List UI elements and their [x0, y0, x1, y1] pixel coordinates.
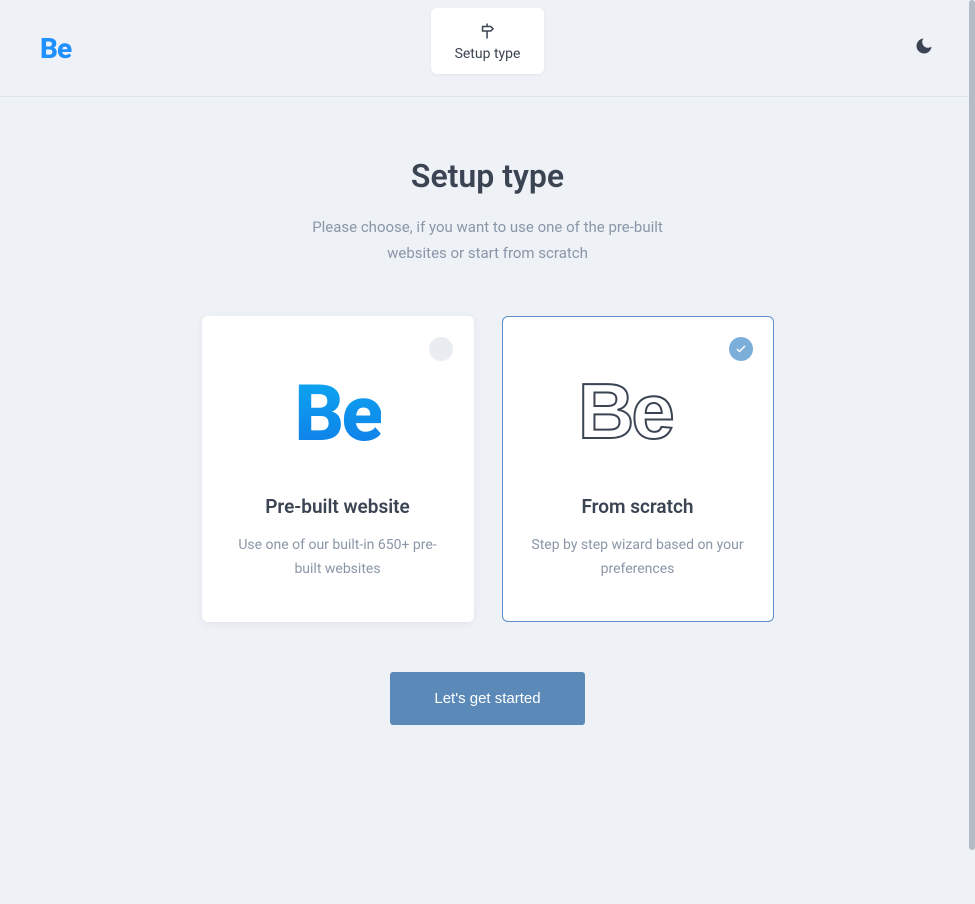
get-started-button[interactable]: Let's get started — [390, 672, 584, 725]
radio-indicator-checked — [729, 337, 753, 361]
setup-type-tab[interactable]: Setup type — [431, 8, 545, 74]
prebuilt-logo-image: Be — [278, 369, 398, 459]
logo: Be — [40, 32, 71, 65]
signpost-icon — [478, 22, 496, 40]
radio-indicator — [429, 337, 453, 361]
scratch-logo-image: Be — [578, 369, 698, 459]
main-content: Setup type Please choose, if you want to… — [0, 97, 975, 725]
tab-label: Setup type — [455, 46, 521, 62]
from-scratch-card[interactable]: Be From scratch Step by step wizard base… — [502, 316, 774, 622]
card-title: From scratch — [581, 495, 693, 518]
moon-icon — [914, 36, 934, 60]
scrollbar[interactable] — [969, 0, 975, 904]
check-icon — [735, 340, 747, 359]
dark-mode-toggle[interactable] — [913, 37, 935, 59]
scrollbar-thumb[interactable] — [969, 0, 975, 850]
card-description: Step by step wizard based on your prefer… — [527, 534, 749, 582]
svg-text:Be: Be — [578, 373, 672, 455]
card-title: Pre-built website — [265, 495, 410, 518]
page-subtitle: Please choose, if you want to use one of… — [308, 215, 668, 266]
option-cards: Be Pre-built website Use one of our buil… — [202, 316, 774, 622]
page-title: Setup type — [411, 157, 564, 195]
card-description: Use one of our built-in 650+ pre-built w… — [227, 534, 449, 582]
header: Be Setup type — [0, 0, 975, 97]
prebuilt-website-card[interactable]: Be Pre-built website Use one of our buil… — [202, 316, 474, 622]
